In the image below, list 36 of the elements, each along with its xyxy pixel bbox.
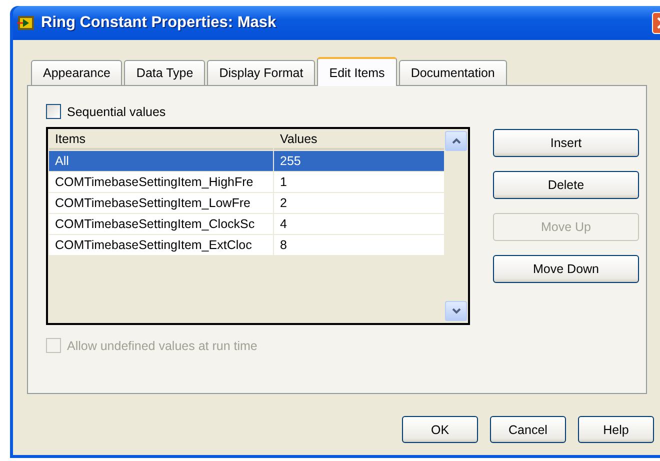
- dialog-button[interactable]: OK: [402, 416, 478, 443]
- table-cell: COMTimebaseSettingItem_ExtCloc: [49, 235, 273, 255]
- table-row[interactable]: All 255: [49, 151, 444, 171]
- app-icon: [17, 15, 35, 31]
- checkbox[interactable]: [46, 104, 61, 119]
- window-title: Ring Constant Properties: Mask: [41, 14, 276, 32]
- table-cell: COMTimebaseSettingItem_HighFre: [49, 172, 273, 192]
- table-row[interactable]: COMTimebaseSettingItem_LowFre 2: [49, 193, 444, 213]
- dialog-button[interactable]: Cancel: [490, 416, 566, 443]
- tab[interactable]: Display Format: [207, 60, 316, 85]
- table-cell: All: [49, 151, 273, 171]
- table-cell: 1: [274, 172, 444, 192]
- scroll-bar[interactable]: [444, 129, 468, 323]
- checkbox-label: Sequential values: [67, 104, 166, 118]
- table-row[interactable]: COMTimebaseSettingItem_ExtCloc 8: [49, 235, 444, 255]
- table-cell: 4: [274, 214, 444, 234]
- table-cell: COMTimebaseSettingItem_LowFre: [49, 193, 273, 213]
- table-row[interactable]: COMTimebaseSettingItem_ClockSc 4: [49, 214, 444, 234]
- table-row[interactable]: COMTimebaseSettingItem_HighFre 1: [49, 172, 444, 192]
- table-cell: 255: [274, 151, 444, 171]
- scroll-down-button[interactable]: [445, 301, 467, 321]
- table-cell: COMTimebaseSettingItem_ClockSc: [49, 214, 273, 234]
- scroll-up-button[interactable]: [445, 131, 467, 151]
- side-button[interactable]: Move Down: [493, 255, 639, 283]
- table-cell: 2: [274, 193, 444, 213]
- checkbox-label: Allow undefined values at run time: [67, 338, 258, 352]
- side-button[interactable]: Insert: [493, 129, 639, 157]
- chevron-up-icon: [452, 138, 460, 144]
- tab[interactable]: Edit Items: [317, 57, 397, 86]
- tab[interactable]: Appearance: [31, 60, 122, 85]
- table-cell: 8: [274, 235, 444, 255]
- tab[interactable]: Data Type: [124, 60, 206, 85]
- dialog-button[interactable]: Help: [578, 416, 654, 443]
- chevron-down-icon: [452, 308, 460, 314]
- side-button[interactable]: Delete: [493, 171, 639, 199]
- tab[interactable]: Documentation: [398, 60, 507, 85]
